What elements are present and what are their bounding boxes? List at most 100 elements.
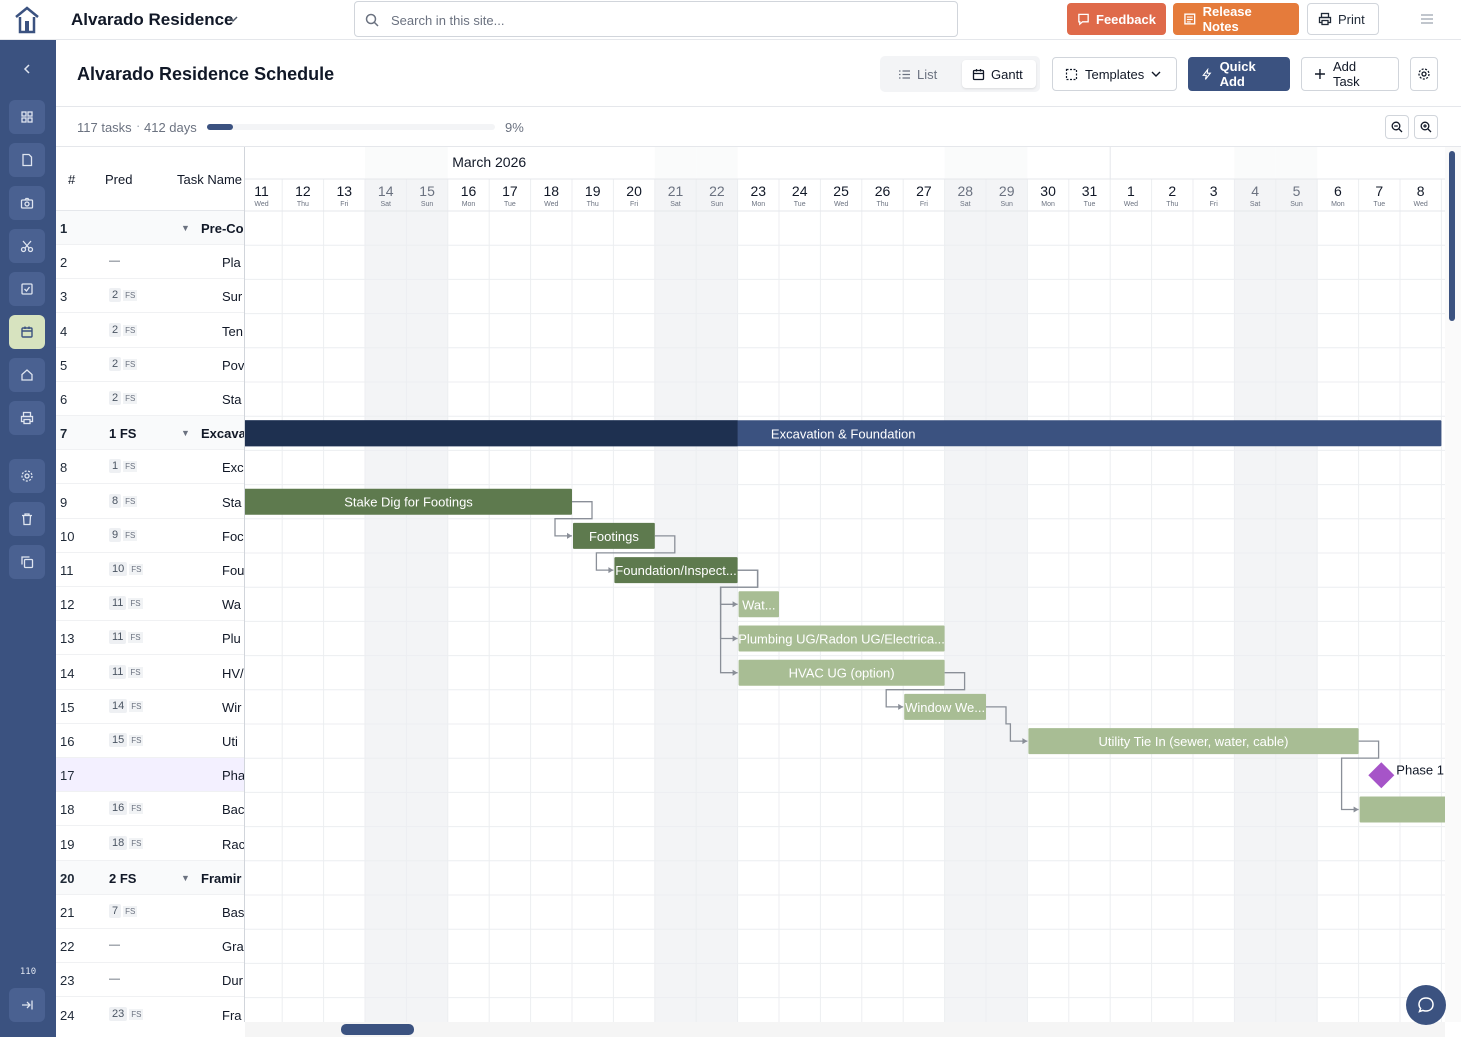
app-logo-icon[interactable] [12,4,42,36]
task-name[interactable]: Pla [222,255,241,270]
task-name[interactable]: Sta [222,495,242,510]
chat-support-button[interactable] [1406,985,1446,1025]
task-name[interactable]: Ten [222,324,243,339]
add-task-button[interactable]: Add Task [1301,57,1399,91]
predecessor-cell[interactable]: 7 FS [109,904,138,918]
zoom-out-button[interactable] [1385,115,1409,139]
sidebar-item-selections[interactable] [9,229,45,263]
group-row[interactable]: 20 2 FS ▼ Framir [56,860,244,895]
predecessor-cell[interactable]: 11 FS [109,630,143,645]
predecessor-cell[interactable]: 9 FS [109,527,138,542]
task-row[interactable]: 2 — Pla [56,245,244,280]
column-header-task-name[interactable]: Task Name [177,172,242,187]
task-row[interactable]: 19 18 FS Rac [56,827,244,861]
task-name[interactable]: Gra [222,939,244,954]
collapse-sidebar-button[interactable] [9,52,45,86]
release-notes-button[interactable]: Release Notes [1173,3,1299,35]
column-header-number[interactable]: # [68,172,75,187]
milestone-diamond[interactable] [1368,762,1395,789]
chevron-down-icon[interactable] [228,14,238,24]
templates-button[interactable]: Templates [1052,57,1177,91]
sidebar-item-dashboard[interactable] [9,100,45,134]
print-button[interactable]: Print [1307,3,1379,35]
predecessor-cell[interactable]: 1 FS [109,459,138,474]
predecessor-cell[interactable]: 16 FS [109,801,144,816]
predecessor-cell[interactable]: 2 FS [109,871,136,886]
tab-gantt[interactable]: Gantt [962,60,1036,88]
task-name[interactable]: Dur [222,973,243,988]
predecessor-cell[interactable]: 2 FS [109,288,138,303]
sidebar-item-documents[interactable] [9,143,45,177]
task-row[interactable]: 8 1 FS Exc [56,450,244,485]
sidebar-item-todos[interactable] [9,272,45,306]
task-row[interactable]: 13 11 FS Plu [56,621,244,656]
task-row[interactable]: 15 14 FS Wir [56,690,244,724]
task-row[interactable]: 5 2 FS Pov [56,348,244,382]
task-name[interactable]: Wa [222,597,241,612]
task-row[interactable]: 12 11 FS Wa [56,587,244,622]
horizontal-scrollbar[interactable] [245,1022,1445,1037]
task-name[interactable]: Rac [222,837,244,852]
task-row[interactable]: 22 — Gra [56,929,244,964]
predecessor-cell[interactable]: 1 FS [109,426,136,441]
hamburger-menu-icon[interactable] [1420,12,1434,26]
gantt-canvas[interactable]: March 202611Wed12Thu13Fri14Sat15Sun16Mon… [245,147,1445,1022]
task-name[interactable]: Sur [222,289,242,304]
collapse-toggle-icon[interactable]: ▼ [181,873,190,883]
task-name[interactable]: Sta [222,392,242,407]
project-name[interactable]: Alvarado Residence [71,10,234,30]
predecessor-cell[interactable]: 2 FS [109,322,138,337]
expand-sidebar-button[interactable] [9,988,45,1022]
sidebar-item-copy[interactable] [9,545,45,579]
sidebar-item-schedule[interactable] [9,315,45,349]
group-row[interactable]: 7 1 FS ▼ Excava [56,416,244,451]
task-name[interactable]: Wir [222,700,242,715]
task-row[interactable]: 16 15 FS Uti [56,724,244,758]
task-row[interactable]: 24 23 FS Fra [56,998,244,1022]
task-bar[interactable] [1359,796,1445,823]
predecessor-cell[interactable]: — [109,973,120,985]
predecessor-cell[interactable]: — [109,939,120,951]
predecessor-cell[interactable]: 14 FS [109,698,144,713]
quick-add-button[interactable]: Quick Add [1188,57,1290,91]
sidebar-item-settings[interactable] [9,459,45,493]
search-box[interactable] [354,1,958,37]
task-name[interactable]: Fou [222,563,244,578]
predecessor-cell[interactable]: 15 FS [109,733,144,747]
task-name[interactable]: Pov [222,358,244,373]
task-row[interactable]: 6 2 FS Sta [56,382,244,416]
task-row[interactable]: 23 — Dur [56,963,244,998]
gantt-settings-button[interactable] [1410,57,1438,91]
task-name[interactable]: Uti [222,734,238,749]
predecessor-cell[interactable]: 2 FS [109,391,138,405]
search-input[interactable] [391,10,941,30]
task-name[interactable]: Bac [222,802,244,817]
predecessor-cell[interactable]: 18 FS [109,835,144,850]
task-name[interactable]: Framir [201,871,241,886]
predecessor-cell[interactable]: — [109,255,120,267]
predecessor-cell[interactable]: 2 FS [109,356,138,371]
task-row[interactable]: 4 2 FS Ten [56,314,244,348]
task-name[interactable]: Plu [222,631,241,646]
task-row[interactable]: 9 8 FS Sta [56,485,244,519]
feedback-button[interactable]: Feedback [1067,3,1166,35]
task-name[interactable]: HV/ [222,666,244,681]
task-row[interactable]: 17 Pha [56,758,244,793]
zoom-in-button[interactable] [1414,115,1438,139]
task-row[interactable]: 14 11 FS HV/ [56,656,244,690]
sidebar-item-trash[interactable] [9,502,45,536]
vertical-scroll-thumb[interactable] [1449,151,1455,321]
vertical-scrollbar[interactable] [1445,147,1461,1022]
task-name[interactable]: Exc [222,460,244,475]
tab-list[interactable]: List [888,60,960,88]
task-row[interactable]: 21 7 FS Bas [56,895,244,929]
task-row[interactable]: 11 10 FS Fou [56,553,244,587]
task-name[interactable]: Pha [222,768,244,783]
task-name[interactable]: Foc [222,529,244,544]
predecessor-cell[interactable]: 8 FS [109,493,138,508]
sidebar-item-print[interactable] [9,401,45,435]
predecessor-cell[interactable]: 11 FS [109,596,143,611]
horizontal-scroll-thumb[interactable] [341,1024,414,1035]
predecessor-cell[interactable]: 23 FS [109,1006,144,1021]
predecessor-cell[interactable]: 10 FS [109,562,144,576]
